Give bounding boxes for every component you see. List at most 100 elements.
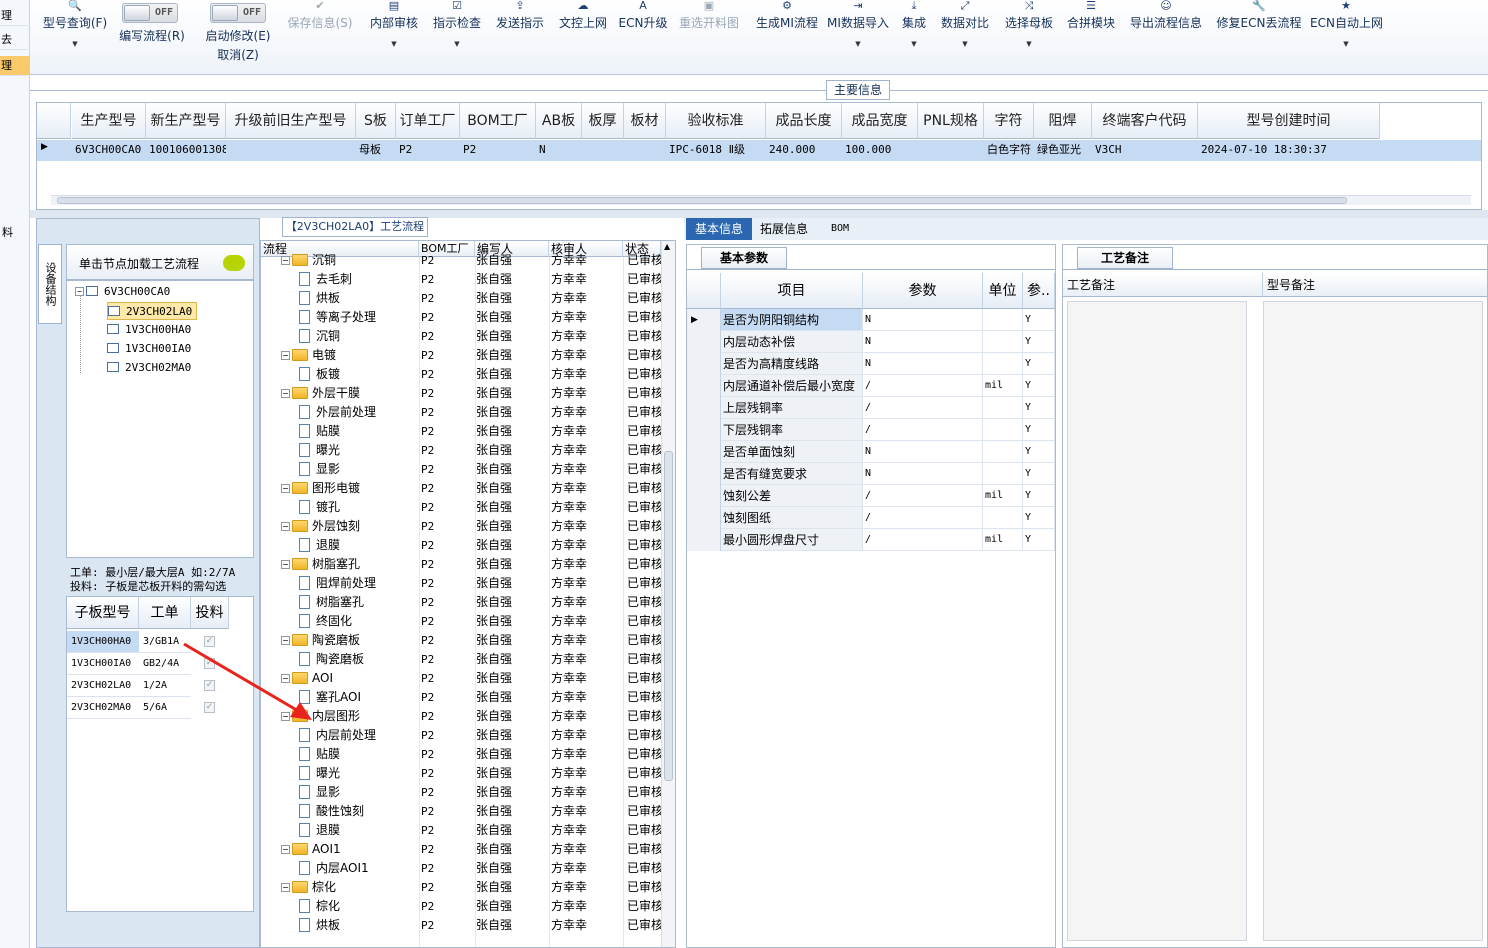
process-row[interactable]: 外层前处理 P2 张自强 方幸幸 已审核 — [261, 403, 661, 422]
column-header[interactable]: AB板 — [536, 103, 582, 139]
mi-import-button[interactable]: ⇥ MI数据导入 ▼ — [826, 0, 890, 48]
process-row[interactable]: 曝光 P2 张自强 方幸幸 已审核 — [261, 764, 661, 783]
tab-extended-info[interactable]: 拓展信息 — [754, 218, 814, 240]
process-row[interactable]: 贴膜 P2 张自强 方幸幸 已审核 — [261, 422, 661, 441]
save-button[interactable]: ✔ 保存信息(S) — [284, 0, 356, 30]
process-row[interactable]: 塞孔AOI P2 张自强 方幸幸 已审核 — [261, 688, 661, 707]
horizontal-scrollbar[interactable] — [51, 195, 1471, 205]
sub-board-model[interactable]: 1V3CH00HA0 — [67, 631, 139, 653]
table-cell[interactable]: 10010600130801 — [146, 140, 226, 160]
process-row[interactable]: 沉铜 P2 张自强 方幸幸 已审核 — [261, 327, 661, 346]
process-row[interactable]: − 树脂塞孔 P2 张自强 方幸幸 已审核 — [261, 555, 661, 574]
table-cell[interactable]: P2 — [460, 140, 536, 160]
process-row[interactable]: − 外层干膜 P2 张自强 方幸幸 已审核 — [261, 384, 661, 403]
param-param[interactable]: N — [863, 463, 983, 484]
process-row[interactable]: − AOI P2 张自强 方幸幸 已审核 — [261, 669, 661, 688]
integrate-button[interactable]: ⤓ 集成 ▼ — [898, 0, 930, 48]
tab-process-notes[interactable]: 工艺备注 — [1077, 247, 1173, 269]
param-row[interactable]: 是否为阴阳铜结构 N Y — [721, 309, 1055, 331]
collapse-icon[interactable]: − — [281, 351, 290, 360]
process-row[interactable]: 内层AOI1 P2 张自强 方幸幸 已审核 — [261, 859, 661, 878]
process-row[interactable]: 酸性蚀刻 P2 张自强 方幸幸 已审核 — [261, 802, 661, 821]
vertical-tab-structure[interactable]: 设备结构 — [38, 244, 62, 324]
process-row[interactable]: − 电镀 P2 张自强 方幸幸 已审核 — [261, 346, 661, 365]
tree-node-root[interactable]: −6V3CH00CA0 — [75, 283, 170, 301]
sub-board-model[interactable]: 1V3CH00IA0 — [67, 653, 139, 675]
internal-review-button[interactable]: ▤ 内部审核 ▼ — [366, 0, 422, 48]
left-nav-item[interactable]: 去 — [0, 30, 30, 50]
table-cell[interactable]: IPC-6018 Ⅱ级 — [666, 140, 766, 160]
model-notes-textarea[interactable] — [1263, 301, 1483, 941]
column-header[interactable]: 型号创建时间 — [1198, 103, 1380, 139]
export-flow-button[interactable]: ☺ 导出流程信息 — [1126, 0, 1206, 30]
table-cell[interactable]: 绿色亚光 — [1034, 140, 1092, 160]
repair-ecn-button[interactable]: 🔧 修复ECN丢流程 — [1214, 0, 1304, 30]
param-row[interactable]: 最小圆形焊盘尺寸 / mil Y — [721, 529, 1055, 551]
process-row[interactable]: 等离子处理 P2 张自强 方幸幸 已审核 — [261, 308, 661, 327]
collapse-icon[interactable]: − — [281, 522, 290, 531]
param-param[interactable]: / — [863, 419, 983, 440]
column-header[interactable]: 订单工厂 — [396, 103, 460, 139]
column-header[interactable]: 成品长度 — [766, 103, 842, 139]
query-button[interactable]: 🔍 型号查询(F) ▼ — [40, 0, 110, 48]
data-compare-button[interactable]: ⤢ 数据对比 ▼ — [938, 0, 992, 48]
table-cell[interactable]: 2024-07-10 18:30:37 — [1198, 140, 1380, 160]
param-param[interactable]: / — [863, 485, 983, 506]
sub-board-model[interactable]: 2V3CH02LA0 — [67, 675, 139, 697]
param-row[interactable]: 是否有缝宽要求 N Y — [721, 463, 1055, 485]
table-cell[interactable]: 100.000 — [842, 140, 918, 160]
collapse-icon[interactable]: − — [281, 484, 290, 493]
column-header[interactable]: 阻焊 — [1034, 103, 1092, 139]
process-row[interactable]: − 沉铜 P2 张自强 方幸幸 已审核 — [261, 251, 661, 270]
param-param[interactable]: N — [863, 353, 983, 374]
process-row[interactable]: 阻焊前处理 P2 张自强 方幸幸 已审核 — [261, 574, 661, 593]
tree-node[interactable]: 2V3CH02MA0 — [107, 359, 191, 377]
ecn-upgrade-button[interactable]: A ECN升级 — [618, 0, 668, 30]
param-row[interactable]: 内层通道补偿后最小宽度 / mil Y — [721, 375, 1055, 397]
table-cell[interactable] — [226, 140, 356, 160]
table-cell[interactable]: N — [536, 140, 582, 160]
column-header[interactable]: 成品宽度 — [842, 103, 918, 139]
scroll-thumb[interactable] — [57, 197, 1347, 204]
param-param[interactable]: / — [863, 507, 983, 528]
process-row[interactable]: 棕化 P2 张自强 方幸幸 已审核 — [261, 897, 661, 916]
process-row[interactable]: 陶瓷磨板 P2 张自强 方幸幸 已审核 — [261, 650, 661, 669]
indicator-check-button[interactable]: ☑ 指示检查 ▼ — [430, 0, 484, 48]
param-row[interactable]: 上层残铜率 / Y — [721, 397, 1055, 419]
scroll-thumb[interactable] — [664, 451, 673, 781]
process-row[interactable]: − 外层蚀刻 P2 张自强 方幸幸 已审核 — [261, 517, 661, 536]
select-master-button[interactable]: ⤨ 选择母板 ▼ — [1002, 0, 1056, 48]
process-row[interactable]: 退膜 P2 张自强 方幸幸 已审核 — [261, 536, 661, 555]
column-header[interactable]: 终端客户代码 — [1092, 103, 1198, 139]
param-param[interactable]: / — [863, 375, 983, 396]
cancel-button[interactable]: 取消(Z) — [210, 46, 266, 62]
table-cell[interactable]: 6V3CH00CA0 — [72, 140, 146, 160]
process-row[interactable]: 去毛刺 P2 张自强 方幸幸 已审核 — [261, 270, 661, 289]
process-row[interactable]: − 内层图形 P2 张自强 方幸幸 已审核 — [261, 707, 661, 726]
ecn-auto-upload-button[interactable]: ★ ECN自动上网 ▼ — [1310, 0, 1383, 48]
process-row[interactable]: − 图形电镀 P2 张自强 方幸幸 已审核 — [261, 479, 661, 498]
process-row[interactable]: 烘板 P2 张自强 方幸幸 已审核 — [261, 289, 661, 308]
param-row[interactable]: 蚀刻公差 / mil Y — [721, 485, 1055, 507]
send-indicator-button[interactable]: ⇪ 发送指示 — [492, 0, 548, 30]
column-header[interactable]: S板 — [356, 103, 396, 139]
column-header[interactable]: 验收标准 — [666, 103, 766, 139]
param-row[interactable]: 蚀刻图纸 / Y — [721, 507, 1055, 529]
process-title-tab[interactable]: 【2V3CH02LA0】工艺流程 — [282, 217, 428, 237]
edit-flow-toggle[interactable]: OFF — [122, 3, 178, 23]
collapse-icon[interactable]: − — [281, 845, 290, 854]
column-header[interactable]: PNL规格 — [918, 103, 984, 139]
table-cell[interactable] — [624, 140, 666, 160]
process-row[interactable]: 显影 P2 张自强 方幸幸 已审核 — [261, 783, 661, 802]
process-row[interactable]: 镀孔 P2 张自强 方幸幸 已审核 — [261, 498, 661, 517]
sub-board-model[interactable]: 2V3CH02MA0 — [67, 697, 139, 719]
process-row[interactable]: − 棕化 P2 张自强 方幸幸 已审核 — [261, 878, 661, 897]
doc-upload-button[interactable]: ☁ 文控上网 — [556, 0, 610, 30]
process-row[interactable]: 树脂塞孔 P2 张自强 方幸幸 已审核 — [261, 593, 661, 612]
table-cell[interactable] — [582, 140, 624, 160]
column-header[interactable]: 升级前旧生产型号 — [226, 103, 356, 139]
table-cell[interactable]: V3CH — [1092, 140, 1198, 160]
process-row[interactable]: 板镀 P2 张自强 方幸幸 已审核 — [261, 365, 661, 384]
start-edit-toggle[interactable]: OFF — [210, 3, 266, 23]
process-row[interactable]: 烘板 P2 张自强 方幸幸 已审核 — [261, 916, 661, 935]
